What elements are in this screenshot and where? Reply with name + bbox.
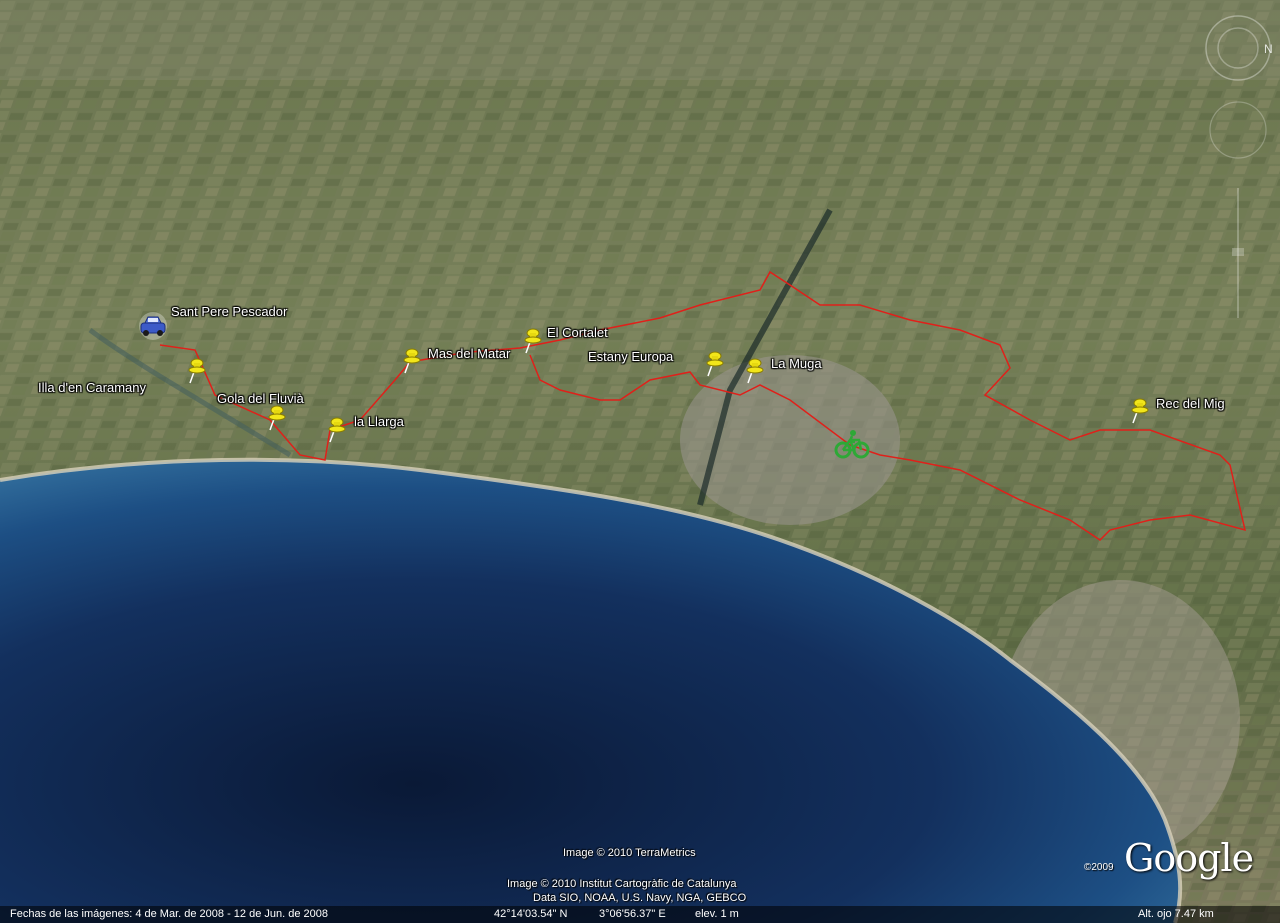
placemark-label: Gola del Fluvià <box>217 391 304 406</box>
navigation-controls[interactable]: N <box>1196 8 1280 328</box>
placemark-label: Sant Pere Pescador <box>171 304 288 319</box>
data-credit: Data SIO, NOAA, U.S. Navy, NGA, GEBCO <box>533 892 747 904</box>
car-icon[interactable] <box>136 311 170 341</box>
pushpin-icon[interactable] <box>744 358 766 384</box>
pushpin-icon[interactable] <box>266 405 288 431</box>
pushpin-icon[interactable] <box>522 328 544 354</box>
longitude-readout: 3°06'56.37" E <box>599 908 666 920</box>
pushpin-icon[interactable] <box>186 358 208 384</box>
placemark-label: La Muga <box>771 356 822 371</box>
placemark-label: Mas del Matar <box>428 346 511 361</box>
placemark-label: Rec del Mig <box>1156 396 1225 411</box>
bicycle-icon[interactable] <box>833 428 873 460</box>
pushpin-icon[interactable] <box>1129 398 1151 424</box>
logo-year: ©2009 <box>1084 862 1114 873</box>
pushpin-icon[interactable] <box>326 417 348 443</box>
pushpin-icon[interactable] <box>704 351 726 377</box>
imagery-credit: Image © 2010 Institut Cartogràfic de Cat… <box>507 878 737 890</box>
map-view[interactable]: Sant Pere Pescador Illa d'en Caramany Go… <box>0 0 1280 923</box>
placemark-label: El Cortalet <box>547 325 608 340</box>
google-logo: Google <box>1124 836 1254 880</box>
satellite-imagery <box>0 0 1280 923</box>
svg-text:N: N <box>1264 42 1273 56</box>
placemark-label: Estany Europa <box>588 349 674 364</box>
eye-altitude-readout: Alt. ojo 7.47 km <box>1138 908 1214 920</box>
imagery-credit: Image © 2010 TerraMetrics <box>563 847 696 859</box>
latitude-readout: 42°14'03.54" N <box>494 908 568 920</box>
status-bar: Fechas de las imágenes: 4 de Mar. de 200… <box>0 906 1280 923</box>
imagery-dates: Fechas de las imágenes: 4 de Mar. de 200… <box>10 908 328 920</box>
pushpin-icon[interactable] <box>401 348 423 374</box>
elevation-readout: elev. 1 m <box>695 908 739 920</box>
placemark-label: Illa d'en Caramany <box>38 380 146 395</box>
placemark-label: la Llarga <box>354 414 404 429</box>
